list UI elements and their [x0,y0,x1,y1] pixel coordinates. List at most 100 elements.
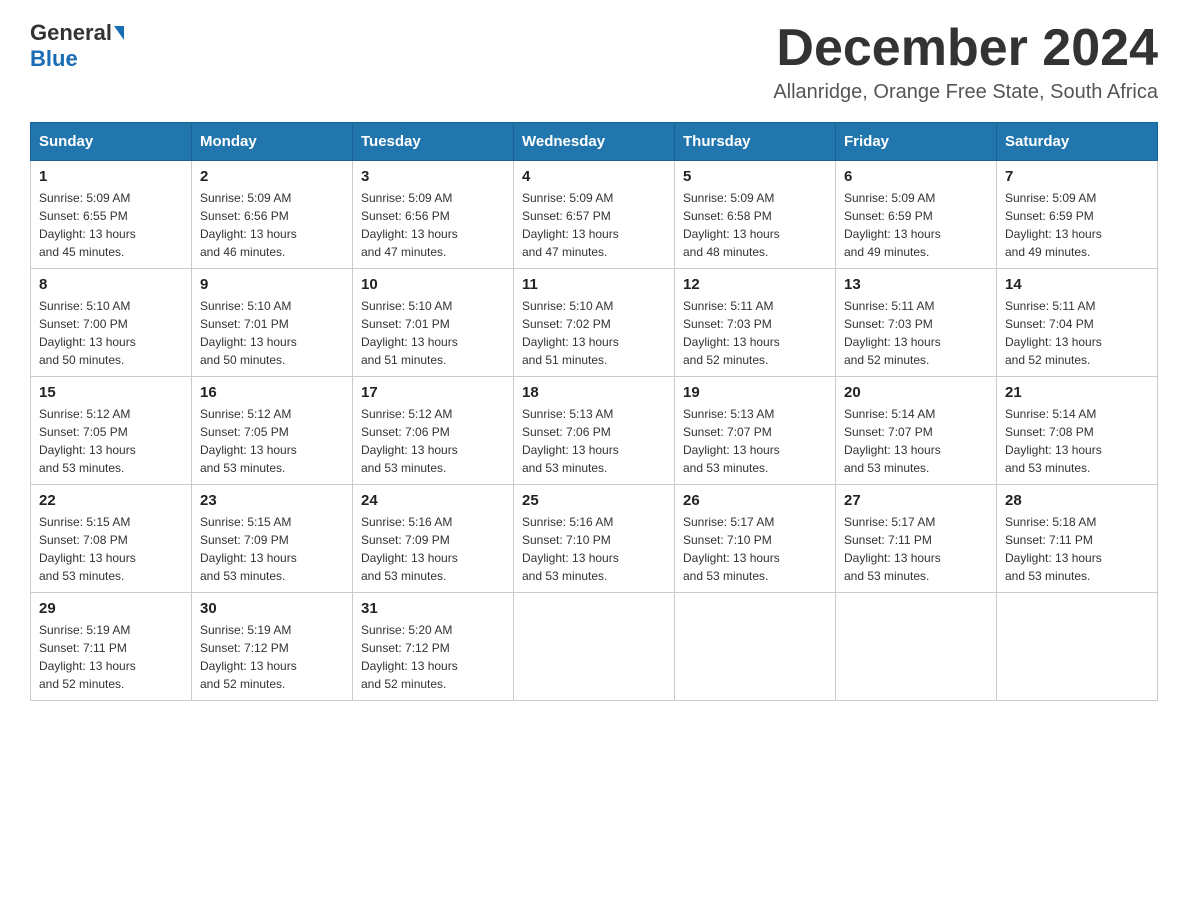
calendar-cell: 18 Sunrise: 5:13 AM Sunset: 7:06 PM Dayl… [514,377,675,485]
day-info: Sunrise: 5:11 AM Sunset: 7:03 PM Dayligh… [683,297,827,369]
calendar-cell: 7 Sunrise: 5:09 AM Sunset: 6:59 PM Dayli… [997,161,1158,269]
calendar-cell: 11 Sunrise: 5:10 AM Sunset: 7:02 PM Dayl… [514,269,675,377]
day-number: 19 [683,384,827,401]
week-row-1: 1 Sunrise: 5:09 AM Sunset: 6:55 PM Dayli… [31,161,1158,269]
day-info: Sunrise: 5:11 AM Sunset: 7:03 PM Dayligh… [844,297,988,369]
calendar-cell: 31 Sunrise: 5:20 AM Sunset: 7:12 PM Dayl… [353,593,514,701]
day-number: 9 [200,276,344,293]
day-info: Sunrise: 5:10 AM Sunset: 7:02 PM Dayligh… [522,297,666,369]
day-info: Sunrise: 5:15 AM Sunset: 7:09 PM Dayligh… [200,513,344,585]
day-number: 30 [200,600,344,617]
day-number: 2 [200,168,344,185]
header-saturday: Saturday [997,123,1158,161]
day-info: Sunrise: 5:12 AM Sunset: 7:05 PM Dayligh… [39,405,183,477]
day-number: 23 [200,492,344,509]
calendar-cell: 3 Sunrise: 5:09 AM Sunset: 6:56 PM Dayli… [353,161,514,269]
day-number: 29 [39,600,183,617]
calendar-cell: 24 Sunrise: 5:16 AM Sunset: 7:09 PM Dayl… [353,485,514,593]
calendar-cell [997,593,1158,701]
calendar-cell: 20 Sunrise: 5:14 AM Sunset: 7:07 PM Dayl… [836,377,997,485]
day-number: 8 [39,276,183,293]
day-number: 5 [683,168,827,185]
calendar-cell: 14 Sunrise: 5:11 AM Sunset: 7:04 PM Dayl… [997,269,1158,377]
day-info: Sunrise: 5:09 AM Sunset: 6:59 PM Dayligh… [844,189,988,261]
day-info: Sunrise: 5:20 AM Sunset: 7:12 PM Dayligh… [361,621,505,693]
calendar-cell: 21 Sunrise: 5:14 AM Sunset: 7:08 PM Dayl… [997,377,1158,485]
week-row-5: 29 Sunrise: 5:19 AM Sunset: 7:11 PM Dayl… [31,593,1158,701]
day-number: 20 [844,384,988,401]
day-info: Sunrise: 5:13 AM Sunset: 7:07 PM Dayligh… [683,405,827,477]
calendar-cell: 15 Sunrise: 5:12 AM Sunset: 7:05 PM Dayl… [31,377,192,485]
calendar-cell: 27 Sunrise: 5:17 AM Sunset: 7:11 PM Dayl… [836,485,997,593]
day-info: Sunrise: 5:13 AM Sunset: 7:06 PM Dayligh… [522,405,666,477]
day-info: Sunrise: 5:18 AM Sunset: 7:11 PM Dayligh… [1005,513,1149,585]
day-info: Sunrise: 5:09 AM Sunset: 6:56 PM Dayligh… [200,189,344,261]
calendar-cell: 30 Sunrise: 5:19 AM Sunset: 7:12 PM Dayl… [192,593,353,701]
day-number: 12 [683,276,827,293]
day-number: 17 [361,384,505,401]
calendar-cell: 23 Sunrise: 5:15 AM Sunset: 7:09 PM Dayl… [192,485,353,593]
calendar-cell: 8 Sunrise: 5:10 AM Sunset: 7:00 PM Dayli… [31,269,192,377]
header-friday: Friday [836,123,997,161]
day-number: 16 [200,384,344,401]
day-number: 26 [683,492,827,509]
day-info: Sunrise: 5:16 AM Sunset: 7:10 PM Dayligh… [522,513,666,585]
day-number: 31 [361,600,505,617]
logo: General Blue [30,20,126,72]
calendar-cell [514,593,675,701]
day-info: Sunrise: 5:19 AM Sunset: 7:12 PM Dayligh… [200,621,344,693]
calendar-cell: 19 Sunrise: 5:13 AM Sunset: 7:07 PM Dayl… [675,377,836,485]
calendar-cell: 2 Sunrise: 5:09 AM Sunset: 6:56 PM Dayli… [192,161,353,269]
day-number: 15 [39,384,183,401]
day-number: 18 [522,384,666,401]
day-info: Sunrise: 5:09 AM Sunset: 6:57 PM Dayligh… [522,189,666,261]
day-number: 13 [844,276,988,293]
logo-blue-text: Blue [30,46,78,71]
day-info: Sunrise: 5:15 AM Sunset: 7:08 PM Dayligh… [39,513,183,585]
calendar-cell: 6 Sunrise: 5:09 AM Sunset: 6:59 PM Dayli… [836,161,997,269]
day-number: 6 [844,168,988,185]
day-number: 25 [522,492,666,509]
day-number: 4 [522,168,666,185]
day-number: 27 [844,492,988,509]
day-info: Sunrise: 5:12 AM Sunset: 7:06 PM Dayligh… [361,405,505,477]
week-row-3: 15 Sunrise: 5:12 AM Sunset: 7:05 PM Dayl… [31,377,1158,485]
day-info: Sunrise: 5:10 AM Sunset: 7:01 PM Dayligh… [200,297,344,369]
calendar-cell: 13 Sunrise: 5:11 AM Sunset: 7:03 PM Dayl… [836,269,997,377]
day-info: Sunrise: 5:10 AM Sunset: 7:01 PM Dayligh… [361,297,505,369]
day-number: 1 [39,168,183,185]
calendar-header-row: SundayMondayTuesdayWednesdayThursdayFrid… [31,123,1158,161]
month-title: December 2024 [773,20,1158,77]
calendar-cell: 10 Sunrise: 5:10 AM Sunset: 7:01 PM Dayl… [353,269,514,377]
day-number: 14 [1005,276,1149,293]
day-info: Sunrise: 5:19 AM Sunset: 7:11 PM Dayligh… [39,621,183,693]
day-info: Sunrise: 5:10 AM Sunset: 7:00 PM Dayligh… [39,297,183,369]
day-number: 28 [1005,492,1149,509]
day-number: 10 [361,276,505,293]
calendar-cell: 9 Sunrise: 5:10 AM Sunset: 7:01 PM Dayli… [192,269,353,377]
day-info: Sunrise: 5:09 AM Sunset: 6:58 PM Dayligh… [683,189,827,261]
header-wednesday: Wednesday [514,123,675,161]
page-header: General Blue December 2024 Allanridge, O… [30,20,1158,104]
day-info: Sunrise: 5:14 AM Sunset: 7:07 PM Dayligh… [844,405,988,477]
day-number: 21 [1005,384,1149,401]
day-info: Sunrise: 5:14 AM Sunset: 7:08 PM Dayligh… [1005,405,1149,477]
calendar-cell: 28 Sunrise: 5:18 AM Sunset: 7:11 PM Dayl… [997,485,1158,593]
calendar-cell: 1 Sunrise: 5:09 AM Sunset: 6:55 PM Dayli… [31,161,192,269]
day-info: Sunrise: 5:09 AM Sunset: 6:56 PM Dayligh… [361,189,505,261]
header-tuesday: Tuesday [353,123,514,161]
calendar-cell: 29 Sunrise: 5:19 AM Sunset: 7:11 PM Dayl… [31,593,192,701]
header-sunday: Sunday [31,123,192,161]
day-info: Sunrise: 5:17 AM Sunset: 7:11 PM Dayligh… [844,513,988,585]
calendar-cell: 4 Sunrise: 5:09 AM Sunset: 6:57 PM Dayli… [514,161,675,269]
calendar-cell: 26 Sunrise: 5:17 AM Sunset: 7:10 PM Dayl… [675,485,836,593]
title-block: December 2024 Allanridge, Orange Free St… [773,20,1158,104]
calendar-table: SundayMondayTuesdayWednesdayThursdayFrid… [30,122,1158,701]
day-number: 7 [1005,168,1149,185]
logo-triangle-icon [114,26,124,40]
header-monday: Monday [192,123,353,161]
day-info: Sunrise: 5:09 AM Sunset: 6:55 PM Dayligh… [39,189,183,261]
calendar-cell: 12 Sunrise: 5:11 AM Sunset: 7:03 PM Dayl… [675,269,836,377]
calendar-cell: 25 Sunrise: 5:16 AM Sunset: 7:10 PM Dayl… [514,485,675,593]
calendar-cell [836,593,997,701]
